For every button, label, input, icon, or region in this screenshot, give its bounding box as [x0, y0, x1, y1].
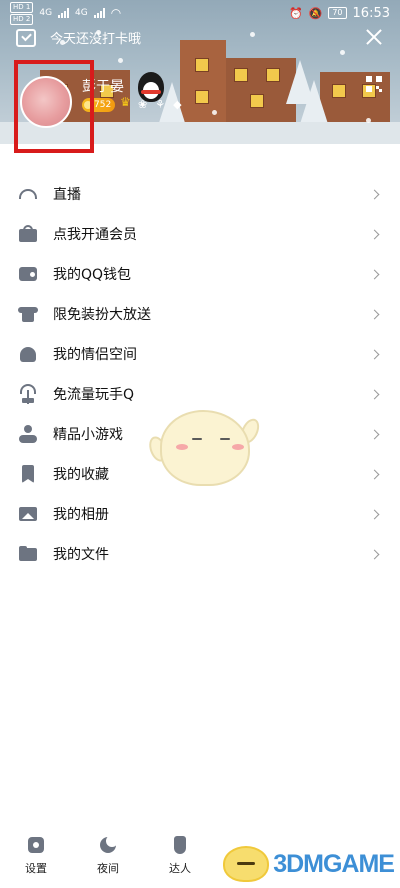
drawer-menu: 直播 点我开通会员 我的QQ钱包 限免装扮大放送 我的情侣空间 免流量玩手Q 精…: [0, 174, 400, 574]
banner-tower: [180, 40, 226, 122]
chevron-right-icon: [369, 469, 380, 479]
chevron-right-icon: [369, 349, 380, 359]
antenna-icon: [18, 384, 38, 404]
menu-item-label: 限免装扮大放送: [53, 307, 151, 323]
checkin-text: 今天还没打卡哦: [50, 32, 142, 47]
banner-snow: [0, 122, 400, 144]
gear-icon: [27, 836, 45, 854]
live-icon: [18, 184, 38, 204]
badge-icon: ❀: [138, 98, 148, 111]
wifi-icon: ◠: [110, 6, 122, 20]
checkin-icon: [16, 28, 36, 47]
chevron-right-icon: [369, 269, 380, 279]
menu-item-album[interactable]: 我的相册: [0, 494, 400, 534]
sim2-label: HD 2: [10, 13, 34, 25]
expert-label: 达人: [169, 862, 191, 875]
night-mode-button[interactable]: 夜间: [72, 828, 144, 888]
signal-icon: [58, 8, 70, 18]
wallet-icon: [18, 264, 38, 284]
menu-item-label: 我的QQ钱包: [53, 267, 132, 283]
chevron-right-icon: [369, 509, 380, 519]
nickname[interactable]: 彭于晏: [82, 76, 124, 96]
expert-button[interactable]: 达人: [144, 828, 216, 888]
heart-icon: [18, 344, 38, 364]
menu-item-label: 我的文件: [53, 547, 109, 563]
menu-item-label: 直播: [53, 187, 81, 203]
banner-tree: [300, 80, 328, 124]
checkin-reminder[interactable]: 今天还没打卡哦: [16, 28, 141, 47]
sim1-label: HD 1: [10, 1, 34, 13]
chevron-right-icon: [369, 189, 380, 199]
network-type-1: 4G: [39, 8, 53, 18]
signal-icon: [93, 8, 105, 18]
close-icon[interactable]: [364, 27, 384, 47]
vip-icon: [18, 224, 38, 244]
chevron-right-icon: [369, 229, 380, 239]
chevron-right-icon: [369, 389, 380, 399]
profile-banner: HD 1 HD 2 4G 4G ◠ ⏰ 🔕 70 16:53 今天还没打卡哦 彭…: [0, 0, 400, 144]
crown-icon: ♛: [120, 95, 131, 109]
clock: 16:53: [352, 5, 390, 21]
menu-item-dressup[interactable]: 限免装扮大放送: [0, 294, 400, 334]
menu-item-label: 点我开通会员: [53, 227, 137, 243]
menu-item-label: 我的情侣空间: [53, 347, 137, 363]
menu-item-vip[interactable]: 点我开通会员: [0, 214, 400, 254]
chick-mascot-icon: [223, 846, 270, 882]
folder-icon: [18, 544, 38, 564]
chevron-right-icon: [369, 549, 380, 559]
settings-button[interactable]: 设置: [0, 828, 72, 888]
menu-item-files[interactable]: 我的文件: [0, 534, 400, 574]
qr-code-icon[interactable]: [366, 76, 382, 92]
diamond-icon: ◆: [173, 98, 182, 111]
alarm-icon: ⏰: [288, 6, 303, 20]
expert-icon: [171, 836, 189, 854]
menu-item-live[interactable]: 直播: [0, 174, 400, 214]
night-mode-label: 夜间: [97, 862, 119, 875]
photo-icon: [18, 504, 38, 524]
settings-label: 设置: [25, 862, 47, 875]
mute-icon: 🔕: [308, 6, 323, 20]
chevron-right-icon: [369, 309, 380, 319]
badge-icon: ⚘: [155, 98, 166, 111]
watermark: 3DMGAME: [223, 846, 395, 882]
moon-icon: [99, 835, 118, 854]
network-type-2: 4G: [75, 8, 88, 18]
menu-item-wallet[interactable]: 我的QQ钱包: [0, 254, 400, 294]
chevron-right-icon: [369, 429, 380, 439]
watermark-text: 3DMGAME: [273, 849, 395, 878]
avatar[interactable]: [20, 76, 72, 128]
game-icon: [18, 424, 38, 444]
shirt-icon: [18, 304, 38, 324]
bookmark-icon: [18, 464, 38, 484]
menu-item-label: 我的相册: [53, 507, 109, 523]
badge-icons: ❀ ⚘ ◆: [138, 98, 182, 111]
level-dot-icon: [84, 101, 92, 109]
menu-item-couple-space[interactable]: 我的情侣空间: [0, 334, 400, 374]
battery-indicator: 70: [328, 7, 347, 19]
mascot-illustration: [146, 400, 263, 490]
status-bar: HD 1 HD 2 4G 4G ◠ ⏰ 🔕 70 16:53: [0, 0, 400, 26]
level-value: 752: [94, 100, 112, 110]
level-badge[interactable]: 752: [82, 98, 116, 112]
